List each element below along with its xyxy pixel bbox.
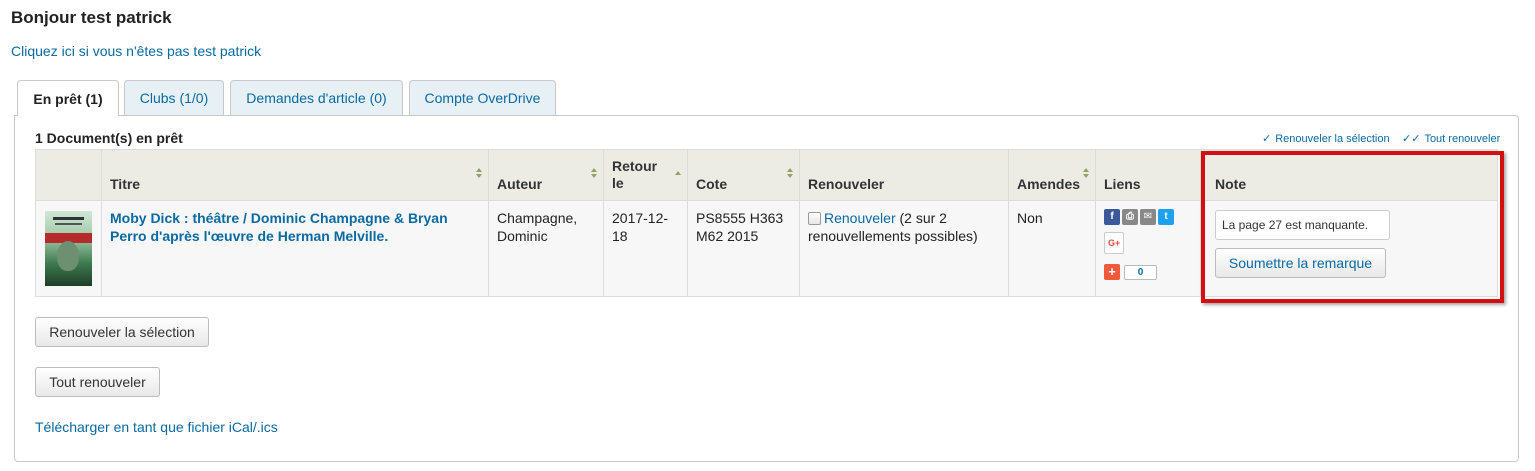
check-icon: ✓ xyxy=(1262,133,1272,145)
cover-column-header xyxy=(35,149,102,201)
note-input[interactable]: La page 27 est manquante. xyxy=(1215,210,1390,240)
due-header-label: Retour le xyxy=(612,158,658,191)
ical-download-link[interactable]: Télécharger en tant que fichier iCal/.ic… xyxy=(35,419,278,435)
sort-ascending-icon xyxy=(675,168,681,180)
fines-header-label: Amendes xyxy=(1017,176,1081,192)
renew-selected-top-label: Renouveler la sélection xyxy=(1275,132,1390,145)
submit-note-button[interactable]: Soumettre la remarque xyxy=(1215,248,1386,278)
greeting-heading: Bonjour test patrick xyxy=(11,8,172,27)
tab-overdrive[interactable]: Compte OverDrive xyxy=(409,80,556,115)
sort-icon xyxy=(1083,168,1089,180)
renew-all-top-link[interactable]: ✓✓ Tout renouveler xyxy=(1402,132,1501,146)
note-header-label: Note xyxy=(1215,176,1247,192)
author-cell: Champagne, Dominic xyxy=(488,200,604,297)
checkouts-table: Titre Auteur Retour le Cote Renouveler A… xyxy=(35,149,1498,297)
links-header-label: Liens xyxy=(1104,176,1141,192)
print-icon[interactable]: ⎙ xyxy=(1122,209,1138,225)
not-me-link[interactable]: Cliquez ici si vous n'êtes pas test patr… xyxy=(11,43,261,59)
renew-selected-button[interactable]: Renouveler la sélection xyxy=(35,317,209,347)
table-row: Moby Dick : théâtre / Dominic Champagne … xyxy=(35,200,1498,297)
title-column-header[interactable]: Titre xyxy=(101,149,489,201)
checkouts-count-title: 1 Document(s) en prêt xyxy=(35,130,183,146)
author-column-header[interactable]: Auteur xyxy=(488,149,604,201)
email-icon[interactable]: ✉ xyxy=(1140,209,1156,225)
table-header-row: Titre Auteur Retour le Cote Renouveler A… xyxy=(35,149,1498,201)
due-column-header[interactable]: Retour le xyxy=(603,149,688,201)
title-cell: Moby Dick : théâtre / Dominic Champagne … xyxy=(101,200,489,297)
tab-article-requests[interactable]: Demandes d'article (0) xyxy=(230,80,403,115)
renew-link[interactable]: Renouveler xyxy=(824,210,896,226)
share-count: 0 xyxy=(1124,264,1157,280)
tab-checkouts[interactable]: En prêt (1) xyxy=(17,80,119,116)
note-cell: La page 27 est manquante. Soumettre la r… xyxy=(1200,200,1498,297)
sort-icon xyxy=(476,168,482,180)
addthis-plus-icon[interactable]: + xyxy=(1104,264,1120,280)
note-column-header: Note xyxy=(1200,149,1498,201)
twitter-icon[interactable]: t xyxy=(1158,209,1174,225)
sort-icon xyxy=(787,168,793,180)
renew-selected-top-link[interactable]: ✓ Renouveler la sélection xyxy=(1262,132,1390,146)
addthis-widget: + 0 xyxy=(1104,264,1192,280)
call-number-column-header[interactable]: Cote xyxy=(687,149,800,201)
renew-column-header: Renouveler xyxy=(799,149,1009,201)
author-header-label: Auteur xyxy=(497,176,543,192)
links-cell: f ⎙ ✉ t G+ + 0 xyxy=(1095,200,1201,297)
renew-checkbox[interactable] xyxy=(808,212,821,225)
google-plus-icon[interactable]: G+ xyxy=(1104,232,1125,254)
fines-cell: Non xyxy=(1008,200,1096,297)
renew-all-button[interactable]: Tout renouveler xyxy=(35,367,160,397)
renew-all-top-label: Tout renouveler xyxy=(1424,132,1501,145)
title-header-label: Titre xyxy=(110,176,141,192)
book-title-link[interactable]: Moby Dick : théâtre / Dominic Champagne … xyxy=(110,210,448,244)
links-column-header: Liens xyxy=(1095,149,1201,201)
tab-clubs[interactable]: Clubs (1/0) xyxy=(124,80,224,115)
fines-column-header[interactable]: Amendes xyxy=(1008,149,1096,201)
cover-cell xyxy=(35,200,102,297)
book-cover-image[interactable] xyxy=(45,211,92,286)
sort-icon xyxy=(591,168,597,180)
renew-header-label: Renouveler xyxy=(808,176,885,192)
call-number-cell: PS8555 H363 M62 2015 xyxy=(687,200,800,297)
share-icons: f ⎙ ✉ t xyxy=(1104,209,1192,225)
facebook-icon[interactable]: f xyxy=(1104,209,1120,225)
call-number-header-label: Cote xyxy=(696,176,728,192)
double-check-icon: ✓✓ xyxy=(1402,133,1421,145)
due-date-cell: 2017-12-18 xyxy=(603,200,688,297)
renew-cell: Renouveler (2 sur 2 renouvellements poss… xyxy=(799,200,1009,297)
